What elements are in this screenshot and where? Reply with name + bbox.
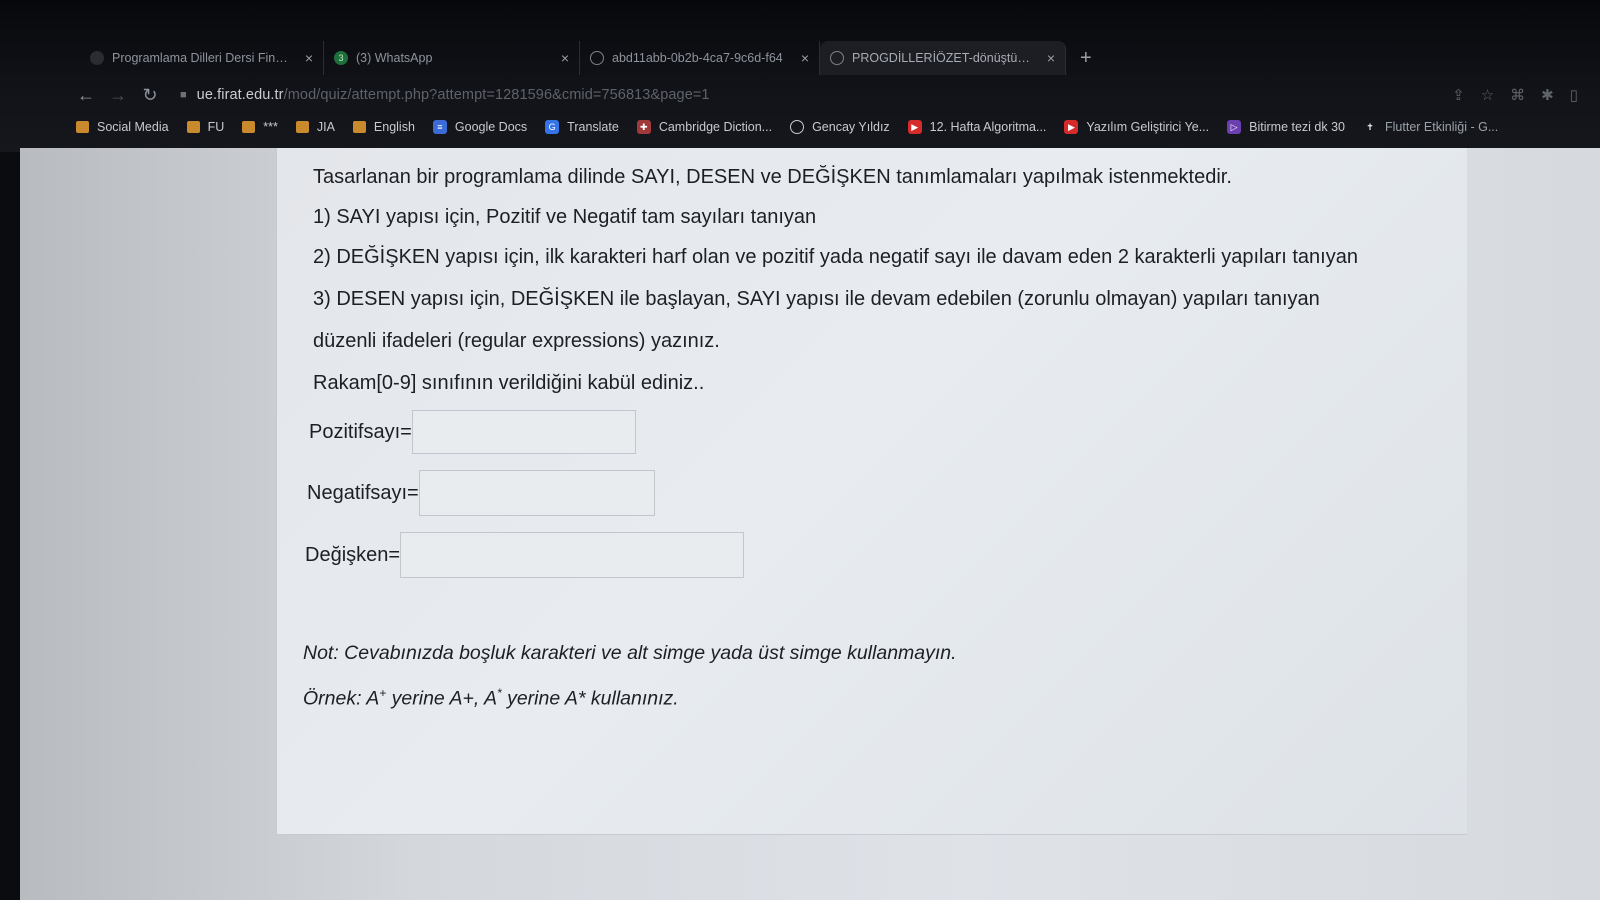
cross-icon: ✝	[1366, 122, 1374, 132]
tab-label: abd11abb-0b2b-4ca7-9c6d-f64	[612, 51, 783, 65]
variable-row: Değişken=	[305, 532, 745, 578]
bookmark-label: Flutter Etkinliği - G...	[1385, 120, 1499, 134]
variable-input[interactable]	[400, 532, 745, 578]
bookmark-gencay[interactable]: Gencay Yıldız	[790, 120, 890, 134]
question-item-3: 3) DESEN yapısı için, DEĞİŞKEN ile başla…	[313, 288, 1320, 310]
tab-progdiller[interactable]: PROGDİLLERİÖZET-dönüştürüld ×	[820, 41, 1066, 75]
lock-icon[interactable]: ■	[180, 89, 187, 101]
page-area: Tasarlanan bir programlama dilinde SAYI,…	[20, 148, 1600, 900]
bookmark-label: FU	[207, 120, 225, 134]
tab-quiz[interactable]: Programlama Dilleri Dersi Final S ×	[80, 41, 324, 75]
bookmark-stars[interactable]: ***	[242, 120, 278, 134]
bookmark-translate[interactable]: G Translate	[545, 120, 619, 134]
bookmark-cambridge[interactable]: ✚ Cambridge Diction...	[636, 120, 773, 134]
negative-number-label: Negatifsayı=	[307, 481, 419, 504]
bookmark-label: Google Docs	[454, 120, 528, 134]
folder-icon	[242, 121, 256, 133]
folder-icon	[76, 121, 89, 133]
bookmark-jia[interactable]: JIA	[295, 120, 335, 134]
example-middle: yerine A+, A	[386, 687, 497, 710]
translate-icon: G	[545, 120, 560, 134]
negative-number-input[interactable]	[418, 470, 655, 516]
url-path: /mod/quiz/attempt.php?attempt=1281596&cm…	[283, 87, 710, 103]
browser-chrome: Programlama Dilleri Dersi Final S × 3 (3…	[0, 0, 1600, 152]
bookmark-label: JIA	[316, 120, 335, 134]
dark-favicon-icon	[90, 51, 104, 65]
bookmark-social-media[interactable]: Social Media	[76, 120, 169, 134]
tab-strip: Programlama Dilleri Dersi Final S × 3 (3…	[80, 40, 1092, 76]
translate-icon[interactable]: ⌘	[1510, 86, 1525, 104]
close-icon[interactable]: ×	[561, 50, 569, 66]
bookmark-yazilim[interactable]: ▶ Yazılım Geliştirici Ye...	[1064, 120, 1209, 134]
cambridge-icon: ✚	[636, 120, 651, 134]
bookmark-algoritma[interactable]: ▶ 12. Hafta Algoritma...	[907, 120, 1047, 134]
bookmark-bitirme[interactable]: ▷ Bitirme tezi dk 30	[1227, 120, 1345, 134]
extensions-icon[interactable]: ✱	[1541, 86, 1554, 104]
forward-arrow-icon[interactable]: →	[102, 85, 134, 106]
tab-whatsapp[interactable]: 3 (3) WhatsApp ×	[324, 41, 580, 75]
new-tab-button[interactable]: +	[1080, 47, 1092, 70]
tab-label: (3) WhatsApp	[356, 51, 433, 65]
negative-number-row: Negatifsayı=	[307, 470, 655, 516]
url-field[interactable]: ue.firat.edu.tr/mod/quiz/attempt.php?att…	[197, 87, 710, 103]
folder-icon	[352, 121, 366, 133]
folder-icon	[295, 121, 309, 133]
whatsapp-icon: 3	[334, 51, 348, 65]
bookmark-label: ***	[263, 120, 278, 134]
bookmark-flutter[interactable]: ✝ Flutter Etkinliği - G...	[1363, 120, 1498, 134]
note-text: Not: Cevabınızda boşluk karakteri ve alt…	[303, 642, 957, 664]
url-host: ue.firat.edu.tr	[196, 87, 284, 103]
question-panel: Tasarlanan bir programlama dilinde SAYI,…	[276, 148, 1467, 835]
question-intro: Tasarlanan bir programlama dilinde SAYI,…	[313, 166, 1232, 188]
bookmark-label: Social Media	[97, 120, 169, 134]
bookmark-label: Yazılım Geliştirici Ye...	[1086, 120, 1210, 134]
question-item-1: 1) SAYI yapısı için, Pozitif ve Negatif …	[313, 206, 817, 228]
youtube-icon: ▶	[907, 120, 922, 134]
close-icon[interactable]: ×	[1047, 50, 1055, 66]
positive-number-row: Pozitifsayı=	[309, 410, 636, 454]
example-suffix: yerine A* kullanınız.	[501, 687, 679, 710]
positive-number-input[interactable]	[411, 410, 636, 454]
bookmark-label: Translate	[567, 120, 619, 134]
tab-document[interactable]: abd11abb-0b2b-4ca7-9c6d-f64 ×	[580, 41, 820, 75]
example-text: Örnek: A+ yerine A+, A* yerine A* kullan…	[303, 686, 679, 711]
tab-label: PROGDİLLERİÖZET-dönüştürüld	[852, 51, 1033, 65]
globe-icon	[590, 51, 604, 65]
youtube-icon: ▶	[1064, 120, 1079, 134]
globe-icon	[830, 51, 844, 65]
address-bar: ← → ↻ ■ ue.firat.edu.tr/mod/quiz/attempt…	[70, 80, 1590, 110]
bookmark-english[interactable]: English	[352, 120, 415, 134]
question-instruction: düzenli ifadeleri (regular expressions) …	[313, 330, 720, 352]
bookmark-label: Gencay Yıldız	[812, 120, 890, 134]
tab-label: Programlama Dilleri Dersi Final S	[112, 51, 291, 65]
question-item-2: 2) DEĞİŞKEN yapısı için, ilk karakteri h…	[313, 246, 1358, 268]
folder-icon	[186, 121, 200, 133]
bookmark-fu[interactable]: FU	[186, 120, 225, 134]
back-arrow-icon[interactable]: ←	[70, 85, 102, 106]
bookmark-label: Cambridge Diction...	[658, 120, 773, 134]
bookmarks-bar: Social Media FU *** JIA English ≡ Google …	[76, 114, 1498, 140]
purple-icon: ▷	[1227, 120, 1242, 134]
bookmark-label: Bitirme tezi dk 30	[1249, 120, 1346, 134]
star-icon[interactable]: ☆	[1481, 86, 1494, 104]
reload-icon[interactable]: ↻	[134, 85, 166, 106]
close-icon[interactable]: ×	[305, 50, 313, 66]
share-icon[interactable]: ⇪	[1452, 86, 1465, 104]
question-assumption: Rakam[0-9] sınıfının verildiğini kabül e…	[313, 372, 705, 394]
google-docs-icon: ≡	[432, 120, 447, 134]
sidebar-icon[interactable]: ▯	[1570, 86, 1578, 104]
close-icon[interactable]: ×	[801, 50, 809, 66]
bookmark-google-docs[interactable]: ≡ Google Docs	[432, 120, 528, 134]
toolbar-icons: ⇪ ☆ ⌘ ✱ ▯	[1452, 86, 1590, 104]
example-prefix: Örnek: A	[303, 687, 380, 710]
bookmark-label: English	[373, 120, 415, 134]
globe-icon	[790, 120, 805, 134]
positive-number-label: Pozitifsayı=	[309, 420, 412, 443]
variable-label: Değişken=	[305, 543, 401, 566]
bookmark-label: 12. Hafta Algoritma...	[929, 120, 1047, 134]
